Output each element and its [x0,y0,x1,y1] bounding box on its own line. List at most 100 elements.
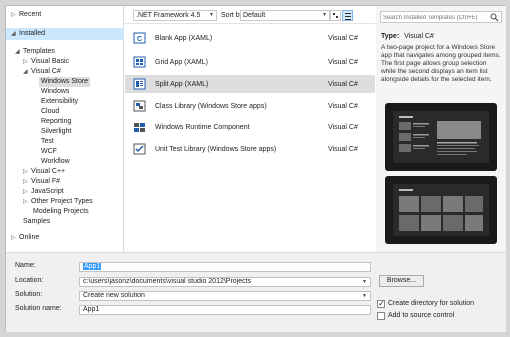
expand-arrow-icon[interactable]: ▷ [23,57,28,67]
tree-item-label: Installed [19,30,46,37]
template-preview-image-2 [385,176,497,244]
expand-arrow-icon[interactable]: ▷ [11,9,16,21]
tree-item-label: Visual C# [31,68,61,75]
name-label: Name: [15,262,36,269]
name-value: App1 [83,263,102,270]
name-field[interactable]: App1 [79,262,371,272]
template-name: Split App (XAML) [155,81,209,88]
type-value: Visual C# [404,33,434,40]
solution-dropdown[interactable]: Create new solution ▼ [79,291,371,301]
chevron-down-icon: ▼ [322,12,327,18]
tree-item-extensibility[interactable]: Extensibility [6,97,124,107]
tree-item-label: JavaScript [31,188,64,195]
source-control-label[interactable]: Add to source control [388,311,454,320]
source-control-checkbox[interactable] [377,312,385,320]
expand-arrow-icon[interactable]: ▷ [23,167,28,177]
tree-item-label: Reporting [41,118,72,125]
collapse-arrow-icon[interactable]: ◢ [15,47,20,57]
tree-item-installed[interactable]: ◢ Installed [6,28,124,40]
expand-arrow-icon[interactable]: ▷ [23,197,28,207]
template-language: Visual C# [328,103,358,110]
tree-item-reporting[interactable]: Reporting [6,117,124,127]
browse-button[interactable]: Browse... [379,275,424,287]
chevron-down-icon[interactable]: ▼ [362,278,367,286]
template-item-split-app[interactable]: Split App (XAML) Visual C# [125,75,375,93]
tree-item-recent[interactable]: ▷ Recent [6,9,124,21]
collapse-arrow-icon[interactable]: ◢ [11,28,16,40]
framework-value: .NET Framework 4.5 [136,12,201,19]
template-name: Windows Runtime Component [155,124,250,131]
search-input[interactable] [383,13,489,22]
template-language: Visual C# [328,146,358,153]
tree-item-workflow[interactable]: Workflow [6,157,124,167]
template-list-pane: .NET Framework 4.5 ▼ Sort by: Default ▼ [125,6,375,252]
sort-dropdown[interactable]: Default ▼ [240,10,330,21]
sort-value: Default [243,12,266,19]
split-app-icon [133,78,146,90]
tree-item-label: Test [41,138,54,145]
tree-item-label: Extensibility [41,98,78,105]
dialog-body: ▷ Recent ◢ Installed ◢ Templates ▷ Visua… [6,6,506,252]
tree-item-label: Samples [23,218,51,225]
tree-item-online[interactable]: ▷ Online [6,232,124,244]
type-label: Type: [381,33,400,40]
svg-text:C: C [137,36,142,43]
template-item-grid-app[interactable]: Grid App (XAML) Visual C# [125,53,375,71]
template-language: Visual C# [328,35,358,42]
template-preview-image [385,103,497,171]
tree-item-templates[interactable]: ◢ Templates [6,47,124,57]
search-icon[interactable] [490,13,499,22]
collapse-arrow-icon[interactable]: ◢ [23,67,28,77]
create-directory-checkbox[interactable]: ✓ [377,299,385,308]
tree-item-label: Recent [19,11,42,18]
runtime-component-icon [134,123,145,132]
tree-item-wcf[interactable]: WCF [6,147,124,157]
list-view-button[interactable] [342,10,353,21]
tree-item-label: Templates [23,48,55,55]
tree-item-visual-csharp[interactable]: ◢ Visual C# [6,67,124,77]
create-directory-label[interactable]: Create directory for solution [388,299,474,308]
location-combobox[interactable]: c:\users\jasonz\documents\visual studio … [79,277,371,287]
tree-item-cloud[interactable]: Cloud [6,107,124,117]
tree-item-visual-fsharp[interactable]: ▷ Visual F# [6,177,124,187]
list-view-icon [345,13,351,14]
template-search-box[interactable] [380,11,502,23]
solution-name-field[interactable]: App1 [79,305,371,315]
template-item-class-library[interactable]: Class Library (Windows Store apps) Visua… [125,97,375,115]
split-page-preview [393,111,489,163]
template-name: Class Library (Windows Store apps) [155,103,267,110]
tree-item-javascript[interactable]: ▷ JavaScript [6,187,124,197]
expand-arrow-icon[interactable]: ▷ [11,232,16,244]
details-pane: Type: Visual C# A two-page project for a… [376,6,506,252]
group-page-preview [393,184,489,236]
small-icons-view-button[interactable] [330,10,341,21]
tree-item-windows[interactable]: Windows [6,87,124,97]
tree-item-label: Workflow [41,158,70,165]
tree-item-samples[interactable]: Samples [6,217,124,227]
tree-item-visual-cpp[interactable]: ▷ Visual C++ [6,167,124,177]
tree-item-visual-basic[interactable]: ▷ Visual Basic [6,57,124,67]
tree-item-test[interactable]: Test [6,137,124,147]
tree-item-modeling-projects[interactable]: Modeling Projects [6,207,124,217]
tree-item-label: Visual C++ [31,168,66,175]
template-item-blank-app[interactable]: C Blank App (XAML) Visual C# [125,29,375,47]
template-item-windows-runtime-component[interactable]: Windows Runtime Component Visual C# [125,118,375,136]
chevron-down-icon[interactable]: ▼ [362,292,367,300]
project-form: Name: App1 Location: c:\users\jasonz\doc… [6,252,506,332]
framework-dropdown[interactable]: .NET Framework 4.5 ▼ [133,10,217,21]
tree-item-label: WCF [41,148,57,155]
template-tree: ▷ Recent ◢ Installed ◢ Templates ▷ Visua… [6,6,124,252]
template-toolbar: .NET Framework 4.5 ▼ Sort by: Default ▼ [125,6,375,24]
tree-item-windows-store[interactable]: Windows Store [6,77,124,87]
tree-item-silverlight[interactable]: Silverlight [6,127,124,137]
checkmark-icon: ✓ [378,299,385,308]
tree-item-label: Windows [41,88,70,95]
grid-view-icon-dot [336,16,338,18]
location-label: Location: [15,277,44,284]
new-project-dialog: ▷ Recent ◢ Installed ◢ Templates ▷ Visua… [5,5,506,332]
tree-item-other-project-types[interactable]: ▷ Other Project Types [6,197,124,207]
expand-arrow-icon[interactable]: ▷ [23,177,28,187]
template-item-unit-test-library[interactable]: Unit Test Library (Windows Store apps) V… [125,140,375,158]
expand-arrow-icon[interactable]: ▷ [23,187,28,197]
preview-screen [393,184,489,236]
